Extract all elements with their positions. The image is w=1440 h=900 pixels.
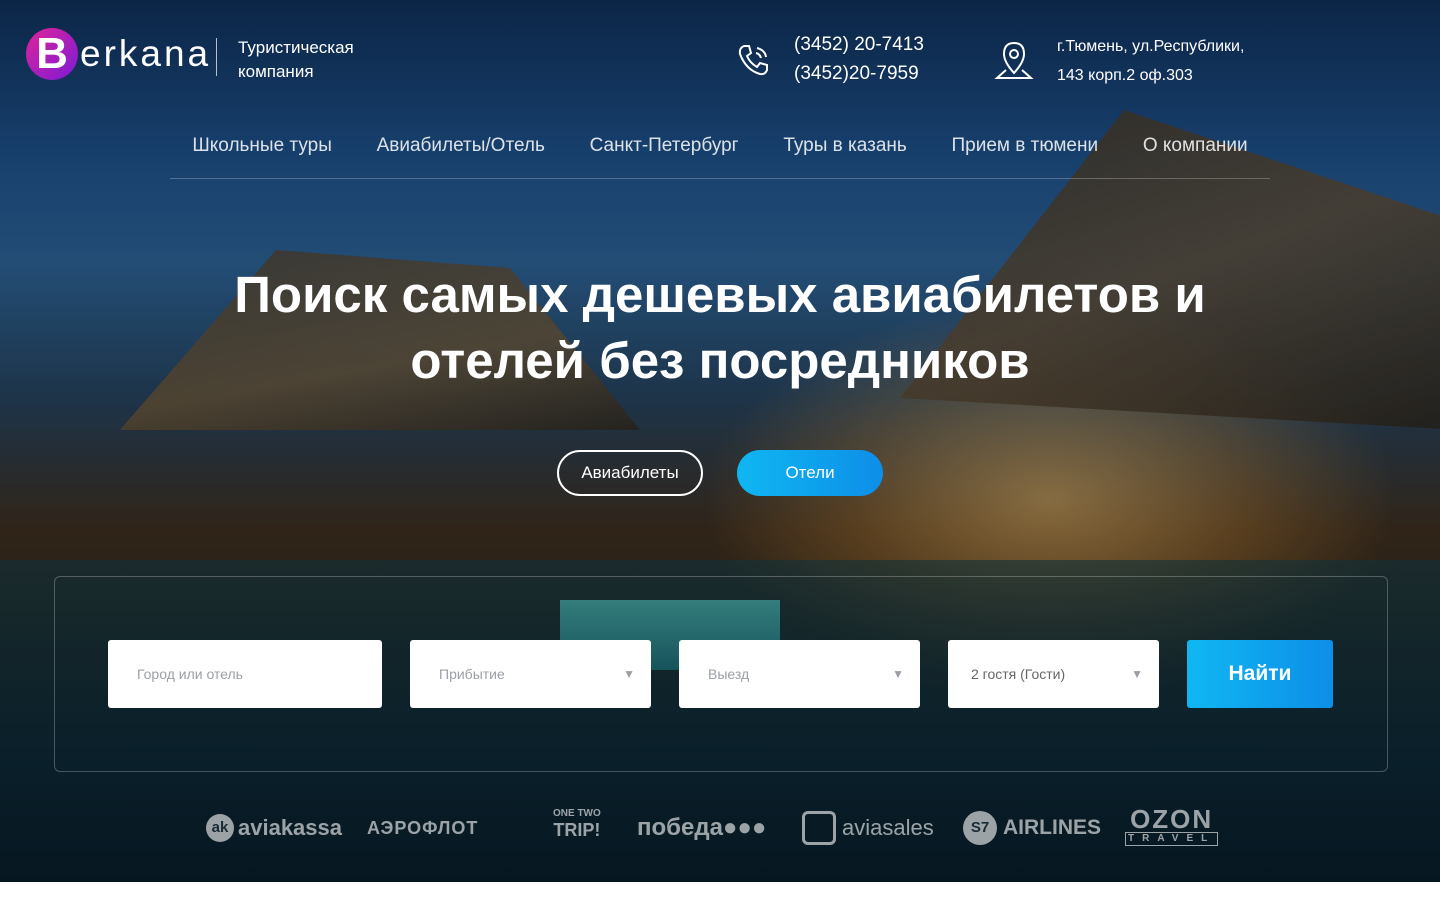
phone-number-2[interactable]: (3452)20-7959 xyxy=(794,59,924,88)
aviasales-text: aviasales xyxy=(842,815,934,840)
city-placeholder: Город или отель xyxy=(137,666,243,682)
partner-aeroflot-logo: АЭРОФЛОТ xyxy=(367,806,478,850)
trip-big-text: TRIP! xyxy=(553,820,601,840)
partner-pobeda-logo: победа●●● xyxy=(637,806,766,850)
nav-item-tyumen-reception[interactable]: Прием в тюмени xyxy=(952,126,1099,157)
ozon-text: OZON xyxy=(1130,804,1214,834)
find-button[interactable]: Найти xyxy=(1187,640,1333,708)
logo[interactable]: B erkana xyxy=(26,28,211,80)
tab-hotels[interactable]: Отели xyxy=(737,450,883,496)
pobeda-text: победа●●● xyxy=(637,814,767,841)
partner-s7-logo: S7 AIRLINES xyxy=(963,806,1101,850)
nav-item-school-tours[interactable]: Школьные туры xyxy=(192,126,332,157)
nav-item-kazan-tours[interactable]: Туры в казань xyxy=(783,126,906,157)
logo-text: erkana xyxy=(80,33,212,74)
s7-badge: S7 xyxy=(963,811,997,845)
nav-item-about[interactable]: О компании xyxy=(1143,126,1248,157)
nav-item-saint-petersburg[interactable]: Санкт-Петербург xyxy=(590,126,739,157)
address-line1: г.Тюмень, ул.Республики, xyxy=(1057,38,1245,55)
aviakassa-text: aviakassa xyxy=(238,815,342,840)
chevron-down-icon: ▼ xyxy=(623,667,635,681)
chevron-down-icon: ▼ xyxy=(1131,667,1143,681)
partner-aviakassa-logo: ak aviakassa xyxy=(206,806,342,850)
phones: (3452) 20-7413 (3452)20-7959 xyxy=(794,30,924,88)
partner-ozon-travel-logo: OZON TRAVEL xyxy=(1125,804,1219,850)
aviasales-icon xyxy=(802,811,836,845)
aviakassa-badge: ak xyxy=(206,814,234,842)
chevron-down-icon: ▼ xyxy=(892,667,904,681)
location-pin-icon xyxy=(994,41,1034,79)
partner-onetwotrip-logo: ONE TWO TRIP! xyxy=(553,806,601,850)
tagline-line1: Туристическая xyxy=(238,38,354,57)
logo-letter: B xyxy=(26,28,78,80)
guests-select[interactable]: 2 гостя (Гости) ▼ xyxy=(948,640,1159,708)
ozon-small-text: TRAVEL xyxy=(1125,832,1219,846)
page-headline: Поиск самых дешевых авиабилетов и отелей… xyxy=(180,262,1260,394)
headline-line1: Поиск самых дешевых авиабилетов и xyxy=(234,266,1206,323)
nav-item-flights-hotel[interactable]: Авиабилеты/Отель xyxy=(377,126,545,157)
phone-number-1[interactable]: (3452) 20-7413 xyxy=(794,30,924,59)
phone-icon xyxy=(738,45,768,76)
address-line2: 143 корп.2 оф.303 xyxy=(1057,67,1193,84)
arrival-date-select[interactable]: Прибытие ▼ xyxy=(410,640,651,708)
main-nav: Школьные туры Авиабилеты/Отель Санкт-Пет… xyxy=(170,126,1270,179)
tab-flights[interactable]: Авиабилеты xyxy=(557,450,703,496)
tagline: Туристическая компания xyxy=(238,36,388,84)
arrival-placeholder: Прибытие xyxy=(439,666,505,682)
departure-placeholder: Выезд xyxy=(708,666,750,682)
logo-divider xyxy=(216,38,217,76)
headline-line2: отелей без посредников xyxy=(410,332,1030,389)
guests-value: 2 гостя (Гости) xyxy=(971,666,1066,682)
address: г.Тюмень, ул.Республики, 143 корп.2 оф.3… xyxy=(1057,32,1244,90)
city-input[interactable]: Город или отель xyxy=(108,640,382,708)
tagline-line2: компания xyxy=(238,62,314,81)
departure-date-select[interactable]: Выезд ▼ xyxy=(679,640,920,708)
partner-aviasales-logo: aviasales xyxy=(802,806,934,850)
s7-text: AIRLINES xyxy=(1003,816,1102,839)
aeroflot-text: АЭРОФЛОТ xyxy=(367,817,479,838)
